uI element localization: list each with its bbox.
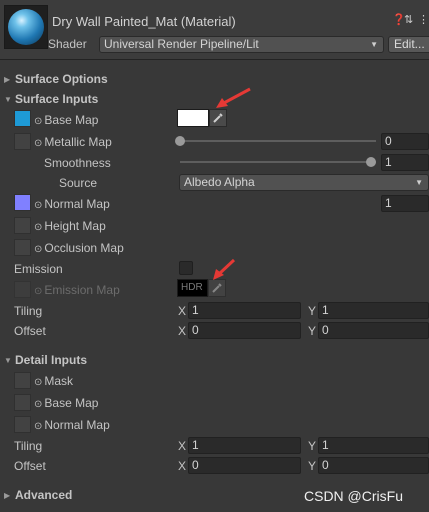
smoothness-slider-track[interactable] — [180, 161, 376, 163]
height-map-label-text: Height Map — [44, 219, 106, 233]
base-map-texture-slot[interactable] — [14, 110, 31, 127]
detail-normal-map-label: ⊙ Normal Map — [34, 418, 110, 432]
height-map-label: ⊙ Height Map — [34, 219, 106, 233]
metallic-slider-thumb[interactable] — [175, 136, 185, 146]
detail-tiling-y-field[interactable]: 1 — [318, 437, 429, 454]
target-icon: ⊙ — [34, 399, 43, 410]
smoothness-label: Smoothness — [44, 156, 111, 170]
tiling-x-label: X — [178, 304, 187, 318]
metallic-value-field[interactable]: 0 — [381, 133, 429, 150]
detail-base-map-label-text: Base Map — [44, 396, 99, 410]
surface-inputs-header[interactable]: Surface Inputs — [15, 92, 98, 106]
metallic-map-label-text: Metallic Map — [44, 135, 112, 149]
chevron-down-icon: ▼ — [415, 178, 423, 187]
smoothness-value-field[interactable]: 1 — [381, 154, 429, 171]
more-icon[interactable]: ⋮ — [418, 13, 429, 26]
metallic-slider-track[interactable] — [180, 140, 376, 142]
detail-offset-y-field[interactable]: 0 — [318, 457, 429, 474]
detail-base-map-texture-slot[interactable] — [14, 394, 31, 411]
normal-scale-field[interactable]: 1 — [381, 195, 429, 212]
detail-offset-x-field[interactable]: 0 — [188, 457, 301, 474]
material-header: Dry Wall Painted_Mat (Material) ❓ ⇅ ⋮ Sh… — [0, 0, 429, 60]
normal-map-texture-slot[interactable] — [14, 194, 31, 211]
edit-shader-button[interactable]: Edit... — [388, 36, 429, 53]
annotation-arrow-icon — [213, 258, 236, 280]
base-map-label-text: Base Map — [44, 113, 99, 127]
target-icon: ⊙ — [34, 222, 43, 233]
shader-dropdown-value: Universal Render Pipeline/Lit — [104, 37, 259, 51]
metallic-map-label: ⊙ Metallic Map — [34, 135, 112, 149]
target-icon: ⊙ — [34, 286, 43, 297]
annotation-arrow-icon — [216, 87, 251, 108]
tiling-y-label: Y — [308, 304, 317, 318]
target-icon: ⊙ — [34, 116, 43, 127]
detail-mask-label-text: Mask — [44, 374, 74, 388]
emission-map-label: ⊙ Emission Map — [34, 283, 120, 297]
detail-inputs-header[interactable]: Detail Inputs — [15, 353, 87, 367]
shader-label: Shader — [48, 37, 87, 51]
detail-offset-x-label: X — [178, 459, 187, 473]
tiling-label: Tiling — [14, 304, 43, 318]
source-dropdown-value: Albedo Alpha — [184, 175, 255, 189]
base-map-label: ⊙ Base Map — [34, 113, 98, 127]
source-dropdown[interactable]: Albedo Alpha ▼ — [179, 174, 429, 191]
target-icon: ⊙ — [34, 138, 43, 149]
base-map-color-swatch[interactable] — [177, 109, 209, 127]
shader-dropdown[interactable]: Universal Render Pipeline/Lit ▼ — [99, 36, 384, 53]
detail-tiling-x-field[interactable]: 1 — [188, 437, 301, 454]
emission-checkbox[interactable] — [179, 261, 193, 275]
detail-normal-map-texture-slot[interactable] — [14, 416, 31, 433]
metallic-map-texture-slot[interactable] — [14, 133, 31, 150]
tiling-y-field[interactable]: 1 — [318, 302, 429, 319]
occlusion-map-texture-slot[interactable] — [14, 239, 31, 256]
source-label: Source — [59, 176, 98, 190]
offset-x-label: X — [178, 324, 187, 338]
height-map-texture-slot[interactable] — [14, 217, 31, 234]
target-icon: ⊙ — [34, 244, 43, 255]
offset-label: Offset — [14, 324, 46, 338]
surface-inputs-foldout-icon[interactable]: ▼ — [4, 95, 12, 104]
normal-map-label: ⊙ Normal Map — [34, 197, 110, 211]
offset-y-label: Y — [308, 324, 317, 338]
occlusion-map-label-text: Occlusion Map — [44, 241, 124, 255]
surface-options-header[interactable]: Surface Options — [15, 72, 108, 86]
watermark-text: CSDN @CrisFu — [304, 488, 403, 504]
surface-options-foldout-icon[interactable]: ▶ — [4, 75, 10, 84]
emission-label: Emission — [14, 262, 63, 276]
target-icon: ⊙ — [34, 421, 43, 432]
detail-mask-texture-slot[interactable] — [14, 372, 31, 389]
detail-tiling-y-label: Y — [308, 439, 317, 453]
advanced-foldout-icon[interactable]: ▶ — [4, 491, 10, 500]
detail-tiling-label: Tiling — [14, 439, 43, 453]
emission-map-texture-slot — [14, 281, 31, 298]
preset-icon[interactable]: ⇅ — [404, 13, 413, 26]
advanced-header[interactable]: Advanced — [15, 488, 72, 502]
tiling-x-field[interactable]: 1 — [188, 302, 301, 319]
offset-y-field[interactable]: 0 — [318, 322, 429, 339]
detail-tiling-x-label: X — [178, 439, 187, 453]
target-icon: ⊙ — [34, 377, 43, 388]
detail-inputs-foldout-icon[interactable]: ▼ — [4, 356, 12, 365]
emission-map-label-text: Emission Map — [44, 283, 120, 297]
detail-mask-label: ⊙ Mask — [34, 374, 73, 388]
emission-hdr-color-swatch: HDR — [177, 279, 208, 297]
material-title: Dry Wall Painted_Mat (Material) — [52, 14, 236, 29]
detail-base-map-label: ⊙ Base Map — [34, 396, 98, 410]
target-icon: ⊙ — [34, 200, 43, 211]
detail-normal-map-label-text: Normal Map — [44, 418, 110, 432]
detail-offset-y-label: Y — [308, 459, 317, 473]
normal-map-label-text: Normal Map — [44, 197, 110, 211]
chevron-down-icon: ▼ — [370, 40, 378, 49]
material-preview-sphere — [8, 9, 44, 45]
offset-x-field[interactable]: 0 — [188, 322, 301, 339]
occlusion-map-label: ⊙ Occlusion Map — [34, 241, 124, 255]
smoothness-slider-thumb[interactable] — [366, 157, 376, 167]
detail-offset-label: Offset — [14, 459, 46, 473]
